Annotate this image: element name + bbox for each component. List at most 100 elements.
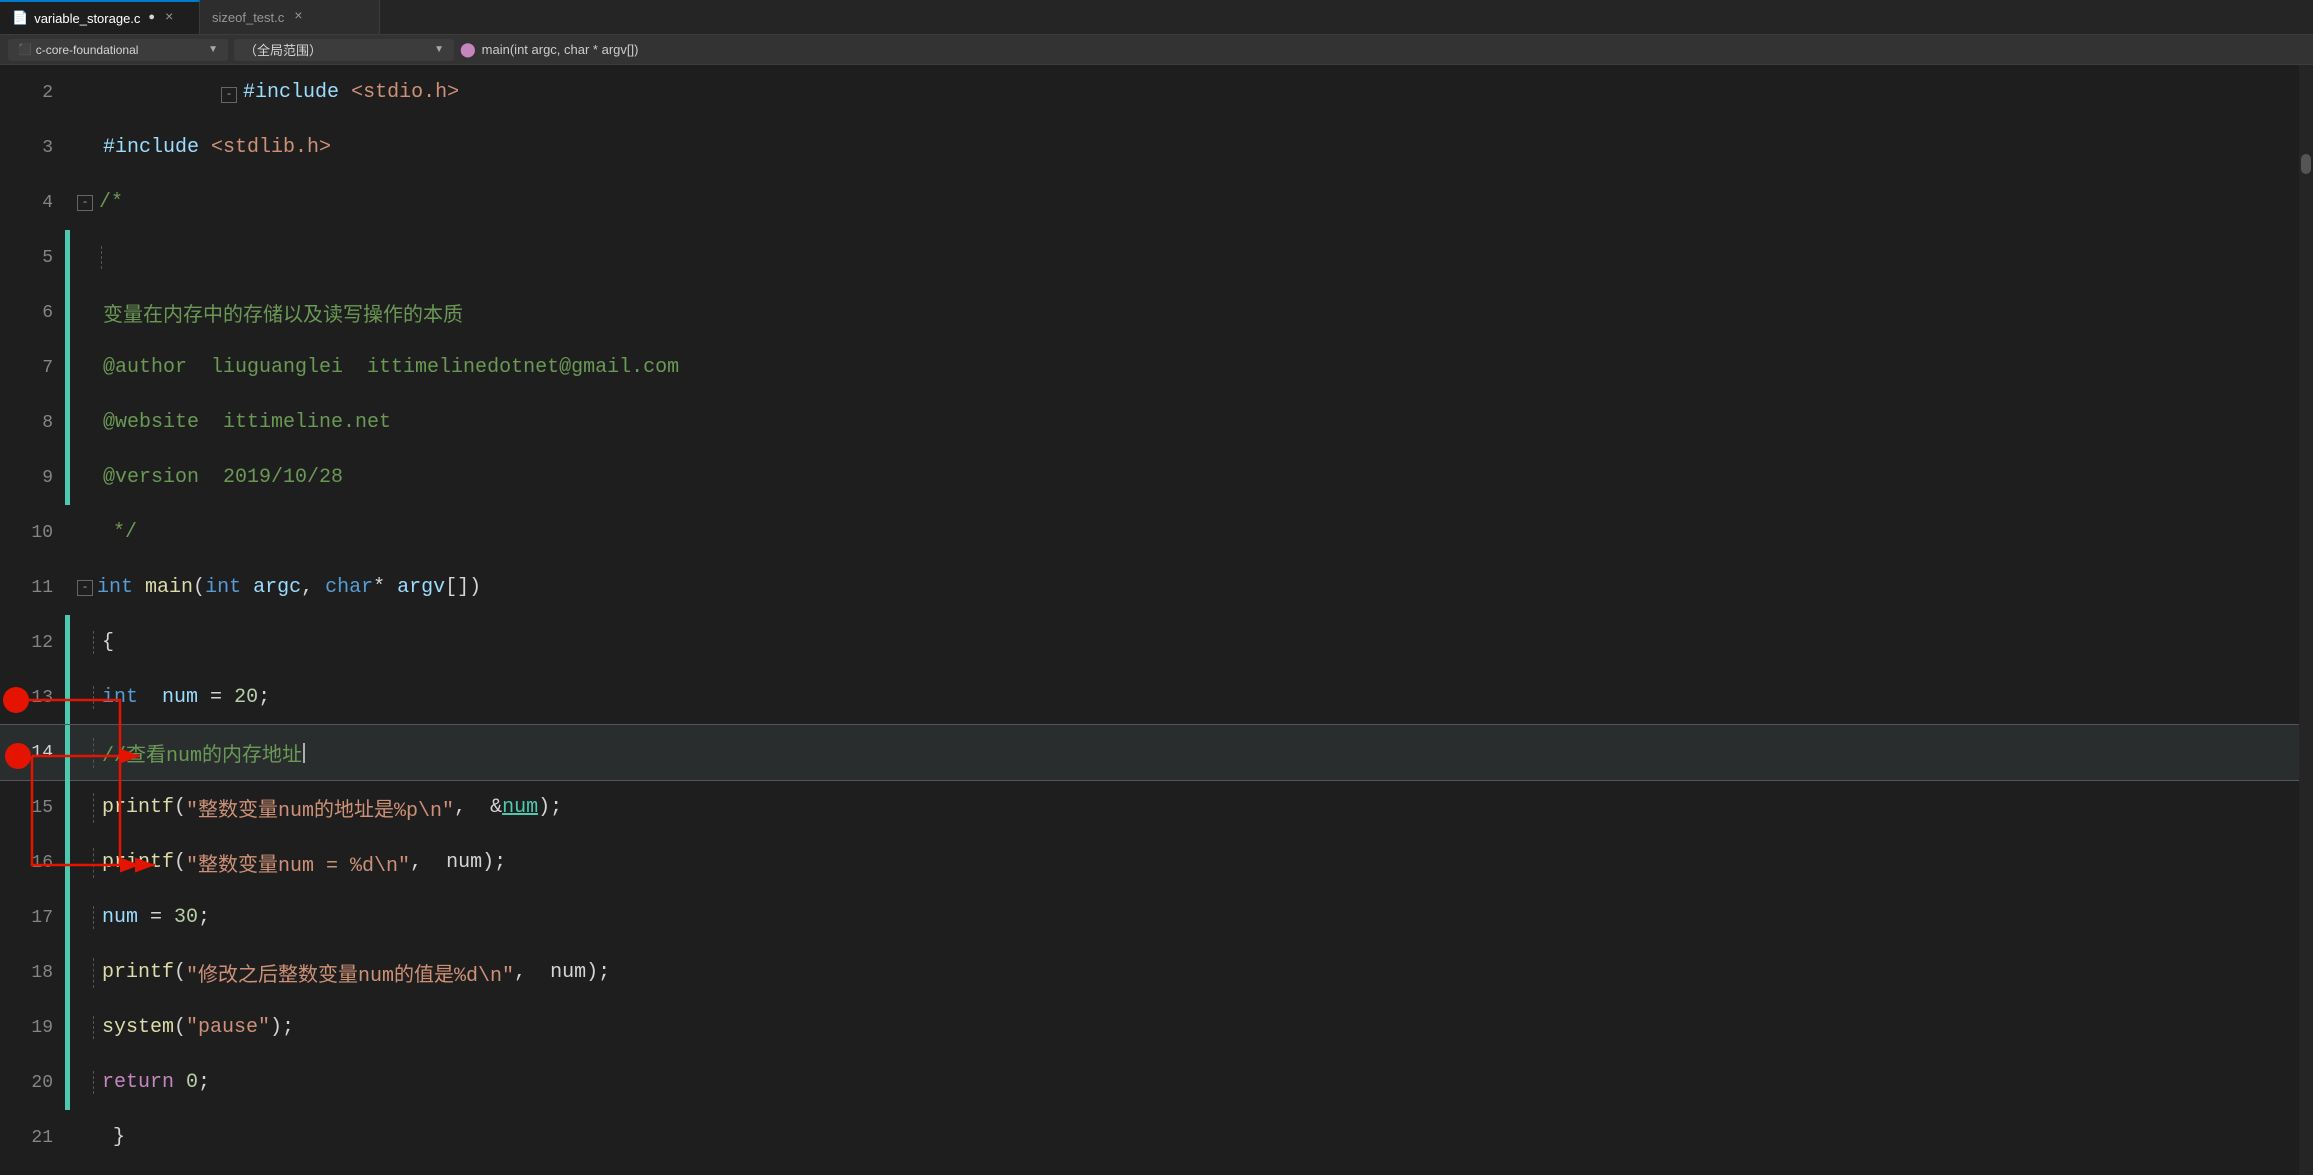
gutter-8: 8	[0, 395, 65, 450]
editor-main: 2 - #include <stdio.h> 3 #include <stdli…	[0, 65, 2313, 1175]
line-row-16: 16 printf("整数变量num = %d\n", num);	[0, 835, 2299, 890]
bar-11	[65, 560, 73, 615]
gutter-15: 15	[0, 780, 65, 835]
gutter-12: 12	[0, 615, 65, 670]
vertical-scrollbar[interactable]	[2299, 65, 2313, 1175]
code-19: system("pause");	[73, 1000, 294, 1055]
line-row-6: 6 变量在内存中的存储以及读写操作的本质	[0, 285, 2299, 340]
project-name: c-core-foundational	[36, 43, 139, 57]
breadcrumb-icon: ⬤	[460, 41, 476, 58]
scope-name: （全局范围）	[244, 40, 322, 59]
breadcrumb-text: main(int argc, char * argv[])	[482, 42, 639, 57]
code-16: printf("整数变量num = %d\n", num);	[73, 835, 506, 890]
code-17: num = 30;	[73, 890, 210, 945]
bar-green-5	[65, 230, 70, 285]
gutter-10: 10	[0, 505, 65, 560]
code-13: int num = 20;	[73, 670, 270, 725]
code-3: #include <stdlib.h>	[73, 120, 331, 175]
project-selector[interactable]: ⬛ c-core-foundational ▼	[8, 39, 228, 61]
toolbar: ⬛ c-core-foundational ▼ （全局范围） ▼ ⬤ main(…	[0, 35, 2313, 65]
breadcrumb: ⬤ main(int argc, char * argv[])	[460, 41, 638, 58]
line-row-12: 12 {	[0, 615, 2299, 670]
line-row-7: 7 @author liuguanglei ittimelinedotnet@g…	[0, 340, 2299, 395]
bar-16	[65, 835, 70, 890]
line-row-9: 9 @version 2019/10/28	[0, 450, 2299, 505]
code-10: */	[73, 505, 137, 560]
line-row-15: 15 printf("整数变量num的地址是%p\n", &num);	[0, 780, 2299, 835]
tab-filename-active: variable_storage.c	[34, 11, 140, 26]
code-18: printf("修改之后整数变量num的值是%d\n", num);	[73, 945, 610, 1000]
line-row-20: 20 return 0;	[0, 1055, 2299, 1110]
code-8: @website ittimeline.net	[73, 395, 391, 450]
line-row-17: 17 num = 30;	[0, 890, 2299, 945]
project-dropdown[interactable]: ▼	[208, 44, 218, 55]
gutter-7: 7	[0, 340, 65, 395]
code-11: -int main(int argc, char* argv[])	[73, 560, 481, 615]
gutter-20: 20	[0, 1055, 65, 1110]
bar-17	[65, 890, 70, 945]
file-icon: 📄	[12, 11, 28, 26]
scope-dropdown[interactable]: ▼	[434, 44, 444, 55]
bar-green-6	[65, 285, 70, 340]
gutter-19: 19	[0, 1000, 65, 1055]
line-row-3: 3 #include <stdlib.h>	[0, 120, 2299, 175]
line-row-4: 4 -/*	[0, 175, 2299, 230]
gutter-6: 6	[0, 285, 65, 340]
code-20: return 0;	[73, 1055, 210, 1110]
gutter-3: 3	[0, 120, 65, 175]
bar-12	[65, 615, 70, 670]
scope-selector[interactable]: （全局范围） ▼	[234, 39, 454, 61]
gutter-14: 14	[0, 725, 65, 780]
line-row-14: 14 //查看num的内存地址	[0, 725, 2299, 780]
line-row-21: 21 }	[0, 1110, 2299, 1165]
gutter-2: 2	[0, 65, 65, 120]
gutter-4: 4	[0, 175, 65, 230]
bar-19	[65, 1000, 70, 1055]
tab-dot: ●	[148, 12, 155, 24]
code-editor: 2 - #include <stdio.h> 3 #include <stdli…	[0, 65, 2299, 1175]
bar-green-7	[65, 340, 70, 395]
ide-window: 📄 variable_storage.c ● × sizeof_test.c ×…	[0, 0, 2313, 1175]
gutter-18: 18	[0, 945, 65, 1000]
code-5	[73, 230, 118, 285]
gutter-11: 11	[0, 560, 65, 615]
bar-2	[65, 65, 73, 120]
tab-filename-inactive: sizeof_test.c	[212, 10, 284, 25]
tab-close-active[interactable]: ×	[165, 10, 173, 26]
bar-14	[65, 725, 70, 780]
line-row-19: 19 system("pause");	[0, 1000, 2299, 1055]
code-15: printf("整数变量num的地址是%p\n", &num);	[73, 780, 562, 835]
gutter-16: 16	[0, 835, 65, 890]
code-6: 变量在内存中的存储以及读写操作的本质	[73, 285, 463, 340]
tab-active[interactable]: 📄 variable_storage.c ● ×	[0, 0, 200, 34]
gutter-13: 13	[0, 670, 65, 725]
bar-green-9	[65, 450, 70, 505]
code-2: - #include <stdio.h>	[73, 65, 459, 120]
code-9: @version 2019/10/28	[73, 450, 343, 505]
tab-close-inactive[interactable]: ×	[294, 9, 302, 25]
tab-bar: 📄 variable_storage.c ● × sizeof_test.c ×	[0, 0, 2313, 35]
gutter-5: 5	[0, 230, 65, 285]
code-7: @author liuguanglei ittimelinedotnet@gma…	[73, 340, 679, 395]
bar-10	[65, 505, 73, 560]
code-21: }	[73, 1110, 125, 1165]
bar-green-8	[65, 395, 70, 450]
bar-21	[65, 1110, 73, 1165]
bar-15	[65, 780, 70, 835]
line-row-5: 5	[0, 230, 2299, 285]
gutter-21: 21	[0, 1110, 65, 1165]
gutter-9: 9	[0, 450, 65, 505]
bar-3	[65, 120, 73, 175]
tab-inactive[interactable]: sizeof_test.c ×	[200, 0, 380, 34]
code-12: {	[73, 615, 114, 670]
bar-4	[65, 175, 73, 230]
scrollbar-thumb[interactable]	[2301, 154, 2311, 174]
line-row-8: 8 @website ittimeline.net	[0, 395, 2299, 450]
project-icon: ⬛	[18, 43, 32, 56]
code-14[interactable]: //查看num的内存地址	[73, 725, 305, 780]
gutter-17: 17	[0, 890, 65, 945]
bar-13	[65, 670, 70, 725]
line-row-18: 18 printf("修改之后整数变量num的值是%d\n", num);	[0, 945, 2299, 1000]
line-row-10: 10 */	[0, 505, 2299, 560]
code-4: -/*	[73, 175, 123, 230]
